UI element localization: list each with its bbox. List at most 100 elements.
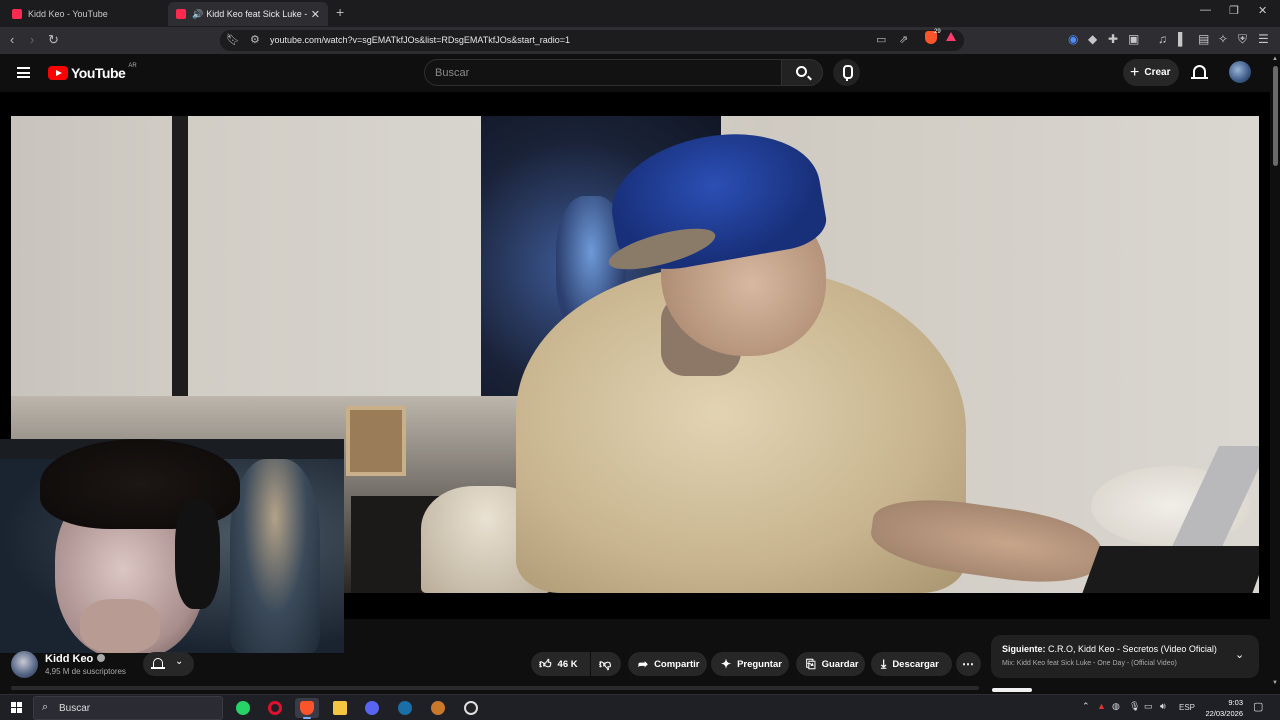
- media-playing-icon[interactable]: ◉: [1068, 32, 1078, 46]
- like-count: 46 K: [557, 658, 578, 670]
- more-actions-button[interactable]: ⋯: [956, 652, 981, 676]
- channel-name[interactable]: Kidd Keo: [45, 653, 106, 665]
- create-button[interactable]: + Crear: [1123, 59, 1179, 86]
- channel-avatar[interactable]: [11, 651, 38, 678]
- description-box-edge: [11, 686, 979, 690]
- bookmark-icon[interactable]: 🔖︎: [226, 33, 240, 46]
- clock[interactable]: 9:03 22/03/2026: [1199, 697, 1243, 719]
- ask-button[interactable]: ✦ Preguntar: [711, 652, 789, 676]
- photo-frame: [346, 406, 406, 476]
- subscribed-notifications-button[interactable]: ⌄: [143, 652, 194, 676]
- close-tab-icon[interactable]: ✕: [311, 8, 320, 21]
- time: 9:03: [1228, 698, 1243, 707]
- thumbs-down-icon: 👎︎: [599, 656, 612, 671]
- download-label: Descargar: [892, 658, 939, 670]
- music-icon[interactable]: ♫: [1158, 32, 1167, 46]
- extension-icon[interactable]: ◆: [1088, 32, 1097, 46]
- sparkle-icon: ✦: [721, 657, 732, 671]
- scrollbar-thumb[interactable]: [1273, 66, 1278, 166]
- share-page-icon[interactable]: ⇗: [899, 33, 908, 46]
- restore-icon[interactable]: ❐: [1229, 4, 1239, 17]
- search-placeholder: Buscar: [435, 67, 470, 79]
- chevron-down-icon[interactable]: ⌄: [1235, 648, 1244, 661]
- windows-taskbar: ⌕ Buscar ⌃ ▲ ◍ 🎙︎ ▭ 🔊︎ ESP 9:03 22/03/20…: [0, 694, 1280, 720]
- vpn-icon[interactable]: ⛨: [1238, 32, 1247, 47]
- sidebar-tabs-icon[interactable]: ▣: [1128, 32, 1139, 46]
- wallet-icon[interactable]: ▤: [1198, 32, 1209, 46]
- guide-menu-icon[interactable]: [17, 67, 30, 78]
- laptop: [1082, 546, 1259, 593]
- subscriber-count: 4,95 M de suscriptores: [45, 667, 126, 676]
- close-window-icon[interactable]: ✕: [1258, 4, 1267, 17]
- share-button[interactable]: ➦ Compartir: [628, 652, 707, 676]
- browser-tab-strip: Kidd Keo - YouTube 🔊 Kidd Keo feat Sick …: [0, 0, 1280, 27]
- forward-icon[interactable]: ›: [30, 32, 34, 48]
- file-explorer-icon[interactable]: [328, 698, 352, 718]
- page-scrollbar[interactable]: ▲ ▼: [1270, 54, 1280, 694]
- site-settings-icon[interactable]: ⚙︎: [250, 33, 260, 46]
- microphone-icon[interactable]: 🎙︎: [1129, 701, 1140, 712]
- up-next-card[interactable]: Siguiente: C.R.O, Kidd Keo - Secretos (V…: [991, 635, 1259, 678]
- discord-icon[interactable]: [360, 698, 384, 718]
- search-button[interactable]: [781, 59, 823, 86]
- game-icon[interactable]: [426, 698, 450, 718]
- windows-start-icon[interactable]: [11, 702, 22, 713]
- headset: [175, 499, 220, 609]
- address-bar[interactable]: 🔖︎ ⚙︎ youtube.com/watch?v=sgEMATkfJOs&li…: [220, 30, 964, 51]
- notifications-bell-icon[interactable]: [1191, 65, 1208, 79]
- language-indicator[interactable]: ESP: [1179, 703, 1195, 712]
- leo-ai-icon[interactable]: ✧: [1218, 32, 1228, 46]
- taskbar-search[interactable]: ⌕ Buscar: [33, 696, 223, 720]
- tab-kidd-keo-channel[interactable]: Kidd Keo - YouTube: [4, 2, 166, 26]
- up-next-title[interactable]: Siguiente: C.R.O, Kidd Keo - Secretos (V…: [1002, 644, 1217, 654]
- speaker-icon[interactable]: 🔊: [192, 9, 203, 20]
- brave-rewards-icon[interactable]: [946, 32, 956, 41]
- thumbs-up-icon: 👍︎: [539, 656, 552, 671]
- search-input[interactable]: Buscar: [424, 59, 782, 86]
- tray-app-icon[interactable]: ▲: [1097, 701, 1106, 711]
- download-button[interactable]: ⤓ Descargar: [871, 652, 952, 676]
- game-character: [230, 459, 320, 653]
- save-label: Guardar: [821, 658, 859, 670]
- obs-icon[interactable]: [459, 698, 483, 718]
- tray-steam-icon[interactable]: ◍: [1112, 701, 1120, 712]
- tab-video-active[interactable]: 🔊 Kidd Keo feat Sick Luke - One ✕: [168, 2, 328, 26]
- like-button[interactable]: 👍︎ 46 K: [531, 652, 590, 676]
- sidebar-icon[interactable]: ▌: [1178, 32, 1187, 46]
- webcam-overlay: [0, 439, 344, 653]
- browser-toolbar: ‹ › ↻ 🔖︎ ⚙︎ youtube.com/watch?v=sgEMATkf…: [0, 27, 1280, 54]
- show-hidden-icons-icon[interactable]: ⌃: [1082, 701, 1090, 712]
- up-next-video-title[interactable]: C.R.O, Kidd Keo - Secretos (Video Oficia…: [1048, 644, 1217, 654]
- brave-icon[interactable]: [295, 698, 319, 719]
- chevron-down-icon: ⌄: [175, 656, 184, 667]
- tab-title: Kidd Keo feat Sick Luke - One: [206, 9, 307, 19]
- extensions-puzzle-icon[interactable]: ✚: [1108, 32, 1118, 46]
- youtube-logo[interactable]: YouTube AR: [48, 63, 137, 81]
- chip-edge: [992, 688, 1032, 692]
- youtube-masthead: YouTube AR Buscar + Crear: [0, 54, 1280, 92]
- whatsapp-icon[interactable]: [231, 698, 255, 718]
- menu-icon[interactable]: ☰: [1258, 32, 1269, 46]
- url-text[interactable]: youtube.com/watch?v=sgEMATkfJOs&list=RDs…: [270, 35, 570, 45]
- network-icon[interactable]: ▭: [1144, 701, 1153, 712]
- volume-icon[interactable]: 🔊︎: [1160, 701, 1166, 712]
- save-button[interactable]: ⎘ Guardar: [796, 652, 865, 676]
- more-dots-icon: ⋯: [962, 657, 974, 671]
- reload-icon[interactable]: ↻: [48, 32, 59, 48]
- dislike-button[interactable]: 👎︎: [591, 652, 621, 676]
- new-tab-icon[interactable]: +: [336, 4, 344, 20]
- plus-icon: +: [1130, 63, 1140, 81]
- steam-icon[interactable]: [393, 698, 417, 718]
- scroll-down-icon[interactable]: ▼: [1272, 680, 1278, 686]
- opera-icon[interactable]: [263, 698, 287, 718]
- channel-name-text[interactable]: Kidd Keo: [45, 653, 93, 665]
- account-avatar[interactable]: [1229, 61, 1251, 83]
- voice-search-icon[interactable]: [833, 59, 860, 86]
- cast-icon[interactable]: ▭: [876, 33, 886, 46]
- notification-center-icon[interactable]: ▢: [1253, 700, 1263, 713]
- back-icon[interactable]: ‹: [10, 32, 14, 48]
- scroll-up-icon[interactable]: ▲: [1272, 56, 1278, 62]
- share-label: Compartir: [654, 658, 700, 670]
- minimize-icon[interactable]: —: [1200, 4, 1211, 16]
- search-icon: [796, 66, 807, 77]
